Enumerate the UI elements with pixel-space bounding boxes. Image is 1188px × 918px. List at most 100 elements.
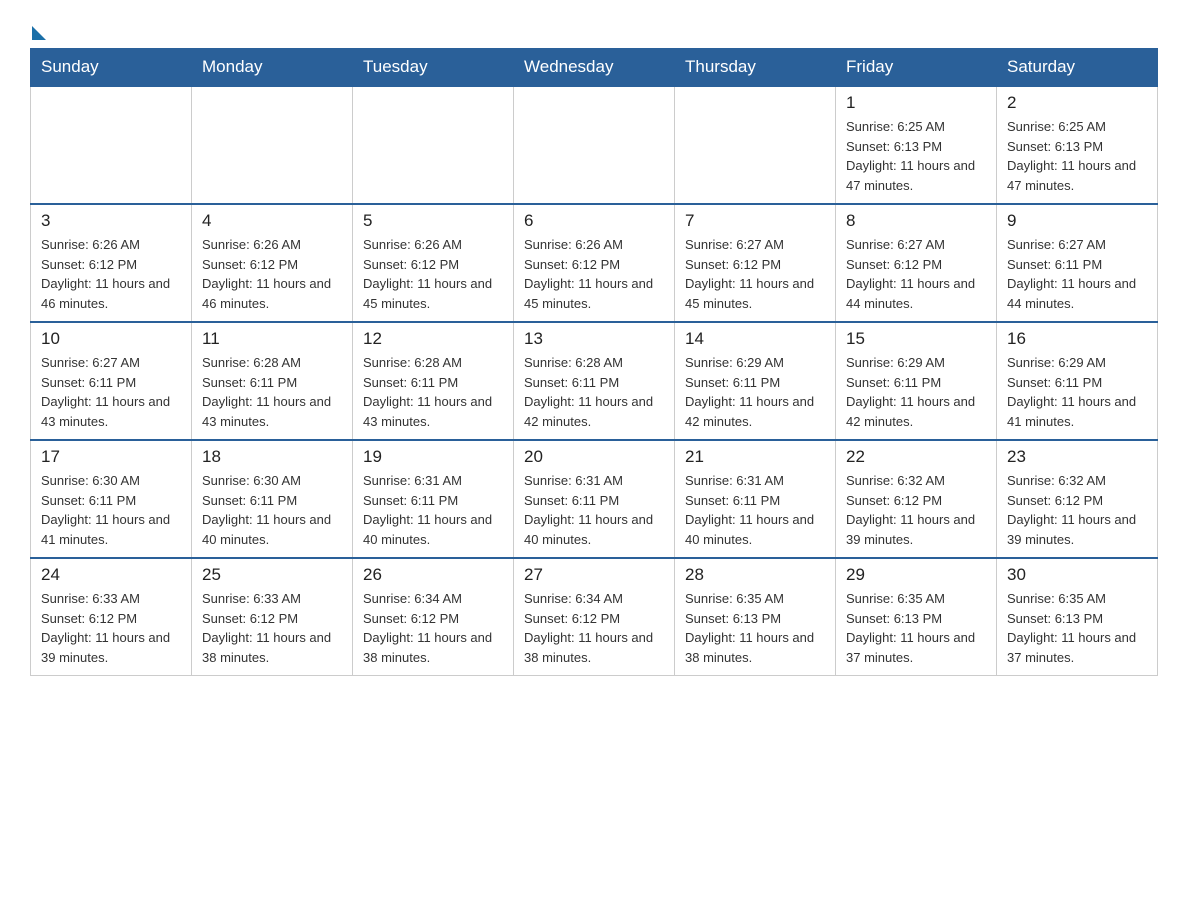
calendar-cell: 27Sunrise: 6:34 AMSunset: 6:12 PMDayligh… (514, 558, 675, 676)
calendar-cell: 17Sunrise: 6:30 AMSunset: 6:11 PMDayligh… (31, 440, 192, 558)
calendar-cell: 7 Sunrise: 6:27 AMSunset: 6:12 PMDaylight… (675, 204, 836, 322)
day-info: Sunrise: 6:34 AMSunset: 6:12 PMDaylight:… (363, 589, 503, 667)
calendar-cell: 9Sunrise: 6:27 AMSunset: 6:11 PMDaylight… (997, 204, 1158, 322)
calendar-cell: 25 Sunrise: 6:33 AMSunset: 6:12 PMDayligh… (192, 558, 353, 676)
calendar-cell: 24Sunrise: 6:33 AMSunset: 6:12 PMDayligh… (31, 558, 192, 676)
day-info: Sunrise: 6:28 AMSunset: 6:11 PMDaylight:… (524, 353, 664, 431)
calendar-cell: 8 Sunrise: 6:27 AMSunset: 6:12 PMDaylight… (836, 204, 997, 322)
day-number: 5 (363, 211, 503, 231)
calendar-cell (192, 86, 353, 204)
calendar-cell: 12 Sunrise: 6:28 AMSunset: 6:11 PMDayligh… (353, 322, 514, 440)
day-info: Sunrise: 6:35 AMSunset: 6:13 PMDaylight:… (1007, 589, 1147, 667)
day-number: 18 (202, 447, 342, 467)
day-number: 2 (1007, 93, 1147, 113)
day-info: Sunrise: 6:30 AMSunset: 6:11 PMDaylight:… (202, 471, 342, 549)
day-number: 26 (363, 565, 503, 585)
day-number: 12 (363, 329, 503, 349)
day-info: Sunrise: 6:32 AMSunset: 6:12 PMDaylight:… (846, 471, 986, 549)
day-info: Sunrise: 6:31 AMSunset: 6:11 PMDaylight:… (363, 471, 503, 549)
day-number: 25 (202, 565, 342, 585)
day-number: 10 (41, 329, 181, 349)
calendar-cell: 13 Sunrise: 6:28 AMSunset: 6:11 PMDayligh… (514, 322, 675, 440)
calendar-cell: 4 Sunrise: 6:26 AMSunset: 6:12 PMDaylight… (192, 204, 353, 322)
day-info: Sunrise: 6:27 AMSunset: 6:11 PMDaylight:… (41, 353, 181, 431)
calendar-week-row: 17 Sunrise: 6:30 AMSunset: 6:11 PMDayligh… (31, 440, 1158, 558)
day-info: Sunrise: 6:25 AMSunset: 6:13 PMDaylight:… (846, 117, 986, 195)
day-info: Sunrise: 6:29 AMSunset: 6:11 PMDaylight:… (846, 353, 986, 431)
day-number: 23 (1007, 447, 1147, 467)
calendar-cell: 21 Sunrise: 6:31 AMSunset: 6:11 PMDayligh… (675, 440, 836, 558)
calendar-cell: 23 Sunrise: 6:32 AMSunset: 6:12 PMDayligh… (997, 440, 1158, 558)
day-number: 11 (202, 329, 342, 349)
calendar-cell: 28 Sunrise: 6:35 AMSunset: 6:13 PMDayligh… (675, 558, 836, 676)
day-number: 20 (524, 447, 664, 467)
calendar-cell: 15 Sunrise: 6:29 AMSunset: 6:11 PMDayligh… (836, 322, 997, 440)
calendar-week-row: 3 Sunrise: 6:26 AMSunset: 6:12 PMDaylight… (31, 204, 1158, 322)
calendar-cell: 20 Sunrise: 6:31 AMSunset: 6:11 PMDayligh… (514, 440, 675, 558)
calendar-cell: 14 Sunrise: 6:29 AMSunset: 6:11 PMDayligh… (675, 322, 836, 440)
calendar-cell: 30 Sunrise: 6:35 AMSunset: 6:13 PMDayligh… (997, 558, 1158, 676)
calendar: SundayMondayTuesdayWednesdayThursdayFrid… (30, 48, 1158, 676)
day-info: Sunrise: 6:31 AMSunset: 6:11 PMDaylight:… (524, 471, 664, 549)
day-of-week-header: Thursday (675, 49, 836, 87)
calendar-cell: 16 Sunrise: 6:29 AMSunset: 6:11 PMDayligh… (997, 322, 1158, 440)
calendar-week-row: 10 Sunrise: 6:27 AMSunset: 6:11 PMDayligh… (31, 322, 1158, 440)
day-info: Sunrise: 6:27 AMSunset: 6:12 PMDaylight:… (846, 235, 986, 313)
day-number: 4 (202, 211, 342, 231)
calendar-cell (675, 86, 836, 204)
day-number: 16 (1007, 329, 1147, 349)
calendar-week-row: 24Sunrise: 6:33 AMSunset: 6:12 PMDayligh… (31, 558, 1158, 676)
day-number: 8 (846, 211, 986, 231)
day-number: 7 (685, 211, 825, 231)
day-number: 13 (524, 329, 664, 349)
day-number: 30 (1007, 565, 1147, 585)
day-info: Sunrise: 6:26 AMSunset: 6:12 PMDaylight:… (202, 235, 342, 313)
day-info: Sunrise: 6:28 AMSunset: 6:11 PMDaylight:… (363, 353, 503, 431)
header (30, 20, 1158, 38)
day-number: 6 (524, 211, 664, 231)
day-of-week-header: Saturday (997, 49, 1158, 87)
day-info: Sunrise: 6:29 AMSunset: 6:11 PMDaylight:… (1007, 353, 1147, 431)
day-info: Sunrise: 6:26 AMSunset: 6:12 PMDaylight:… (41, 235, 181, 313)
calendar-cell: 18 Sunrise: 6:30 AMSunset: 6:11 PMDayligh… (192, 440, 353, 558)
day-number: 17 (41, 447, 181, 467)
calendar-header-row: SundayMondayTuesdayWednesdayThursdayFrid… (31, 49, 1158, 87)
day-info: Sunrise: 6:25 AMSunset: 6:13 PMDaylight:… (1007, 117, 1147, 195)
calendar-cell: 26 Sunrise: 6:34 AMSunset: 6:12 PMDayligh… (353, 558, 514, 676)
day-number: 3 (41, 211, 181, 231)
day-info: Sunrise: 6:29 AMSunset: 6:11 PMDaylight:… (685, 353, 825, 431)
day-number: 15 (846, 329, 986, 349)
day-info: Sunrise: 6:27 AMSunset: 6:12 PMDaylight:… (685, 235, 825, 313)
calendar-cell (31, 86, 192, 204)
day-number: 22 (846, 447, 986, 467)
day-info: Sunrise: 6:31 AMSunset: 6:11 PMDaylight:… (685, 471, 825, 549)
day-of-week-header: Monday (192, 49, 353, 87)
day-number: 14 (685, 329, 825, 349)
day-info: Sunrise: 6:35 AMSunset: 6:13 PMDaylight:… (846, 589, 986, 667)
calendar-cell: 29 Sunrise: 6:35 AMSunset: 6:13 PMDayligh… (836, 558, 997, 676)
calendar-week-row: 1 Sunrise: 6:25 AMSunset: 6:13 PMDaylight… (31, 86, 1158, 204)
day-number: 21 (685, 447, 825, 467)
day-info: Sunrise: 6:33 AMSunset: 6:12 PMDaylight:… (202, 589, 342, 667)
calendar-cell (353, 86, 514, 204)
day-number: 1 (846, 93, 986, 113)
day-info: Sunrise: 6:32 AMSunset: 6:12 PMDaylight:… (1007, 471, 1147, 549)
day-info: Sunrise: 6:33 AMSunset: 6:12 PMDaylight:… (41, 589, 181, 667)
day-number: 28 (685, 565, 825, 585)
day-info: Sunrise: 6:35 AMSunset: 6:13 PMDaylight:… (685, 589, 825, 667)
calendar-cell: 19 Sunrise: 6:31 AMSunset: 6:11 PMDayligh… (353, 440, 514, 558)
day-number: 27 (524, 565, 664, 585)
day-of-week-header: Sunday (31, 49, 192, 87)
day-number: 29 (846, 565, 986, 585)
calendar-cell: 2 Sunrise: 6:25 AMSunset: 6:13 PMDaylight… (997, 86, 1158, 204)
calendar-cell: 5 Sunrise: 6:26 AMSunset: 6:12 PMDaylight… (353, 204, 514, 322)
calendar-cell: 10 Sunrise: 6:27 AMSunset: 6:11 PMDayligh… (31, 322, 192, 440)
logo (30, 20, 46, 38)
day-number: 19 (363, 447, 503, 467)
calendar-cell: 22 Sunrise: 6:32 AMSunset: 6:12 PMDayligh… (836, 440, 997, 558)
day-number: 9 (1007, 211, 1147, 231)
day-info: Sunrise: 6:26 AMSunset: 6:12 PMDaylight:… (524, 235, 664, 313)
day-info: Sunrise: 6:28 AMSunset: 6:11 PMDaylight:… (202, 353, 342, 431)
day-of-week-header: Tuesday (353, 49, 514, 87)
day-info: Sunrise: 6:26 AMSunset: 6:12 PMDaylight:… (363, 235, 503, 313)
